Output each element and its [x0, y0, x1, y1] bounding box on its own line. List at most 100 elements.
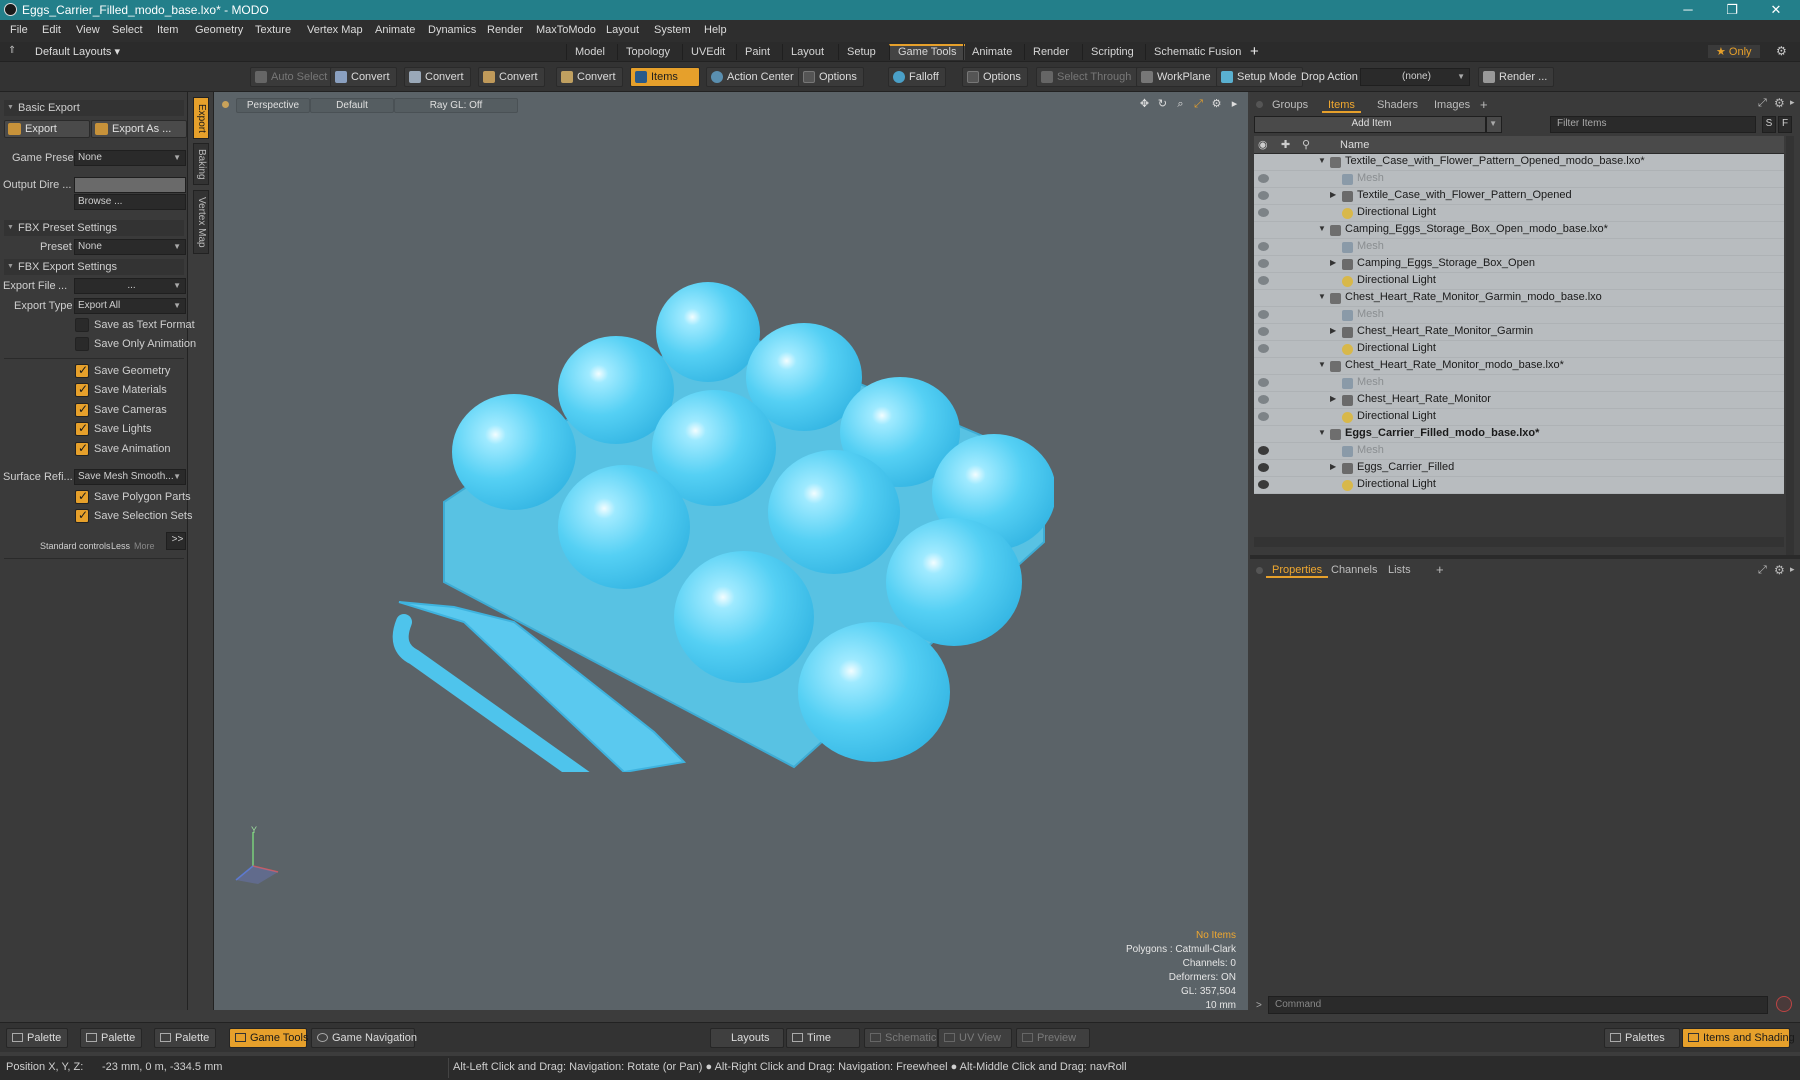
visibility-eye-icon[interactable]: [1258, 174, 1269, 183]
tree-item-row[interactable]: Mesh: [1254, 375, 1784, 392]
3d-viewport[interactable]: Perspective Default Ray GL: Off ✥ ↻ ⌕ ⤢ …: [213, 92, 1248, 1011]
tab-layout[interactable]: Layout: [782, 44, 832, 60]
tree-item-row[interactable]: Directional Light: [1254, 205, 1784, 222]
export-file-dots[interactable]: ...: [58, 280, 67, 292]
setup-mode-button[interactable]: Setup Mode: [1216, 67, 1304, 87]
export-type-dropdown[interactable]: Export All: [74, 298, 186, 314]
save-materials-checkbox[interactable]: [75, 382, 89, 397]
perspective-dropdown[interactable]: Perspective: [236, 98, 310, 113]
menu-system[interactable]: System: [654, 24, 691, 36]
collapse-arrow-icon[interactable]: ▼: [1318, 292, 1326, 301]
palettes-button[interactable]: Palettes: [1604, 1028, 1680, 1048]
convert-vertices-button[interactable]: Convert: [330, 67, 397, 87]
tree-scene-row[interactable]: ▼ Camping_Eggs_Storage_Box_Open_modo_base…: [1254, 222, 1784, 239]
game-preset-dropdown[interactable]: None: [74, 150, 186, 166]
tab-properties[interactable]: Properties: [1266, 562, 1329, 578]
game-navigation-button[interactable]: Game Navigation: [311, 1028, 417, 1048]
name-column-header[interactable]: Name: [1340, 139, 1369, 151]
tree-scene-row[interactable]: ▼ Chest_Heart_Rate_Monitor_modo_base.lxo*: [1254, 358, 1784, 375]
props-gear-icon[interactable]: ⚙: [1774, 563, 1785, 577]
tab-scripting[interactable]: Scripting: [1082, 44, 1142, 60]
drop-action-dropdown[interactable]: (none): [1360, 68, 1470, 86]
items-mode-button[interactable]: Items: [630, 67, 700, 87]
visibility-eye-icon[interactable]: [1258, 242, 1269, 251]
tree-item-row[interactable]: Directional Light: [1254, 341, 1784, 358]
tab-groups[interactable]: Groups: [1266, 97, 1314, 113]
shading-default-dropdown[interactable]: Default: [310, 98, 394, 113]
tab-shaders[interactable]: Shaders: [1371, 97, 1424, 113]
tree-item-row[interactable]: Mesh: [1254, 443, 1784, 460]
falloff-options-button[interactable]: Options: [962, 67, 1028, 87]
menu-edit[interactable]: Edit: [42, 24, 61, 36]
viewport-gear-icon[interactable]: ⚙: [1210, 98, 1223, 111]
workplane-button[interactable]: WorkPlane: [1136, 67, 1218, 87]
action-center-button[interactable]: Action Center: [706, 67, 801, 87]
game-tools-button[interactable]: Game Tools: [229, 1028, 309, 1048]
uv-view-button[interactable]: UV View: [938, 1028, 1012, 1048]
items-and-shading-button[interactable]: Items and Shading: [1682, 1028, 1795, 1048]
expand-arrow-icon[interactable]: ▶: [1330, 394, 1336, 403]
palette-button-1[interactable]: Palette: [6, 1028, 68, 1048]
menu-file[interactable]: File: [10, 24, 28, 36]
tree-horizontal-scrollbar[interactable]: [1254, 537, 1784, 547]
options-button[interactable]: Options: [798, 67, 864, 87]
tab-lists[interactable]: Lists: [1382, 562, 1417, 578]
tab-schematic-fusion[interactable]: Schematic Fusion: [1145, 44, 1249, 60]
visibility-eye-icon[interactable]: [1258, 259, 1269, 268]
auto-select-button[interactable]: Auto Select: [250, 67, 335, 87]
save-polygon-parts-checkbox[interactable]: [75, 489, 89, 504]
menu-select[interactable]: Select: [112, 24, 143, 36]
visibility-column-icon[interactable]: ◉: [1258, 138, 1268, 151]
tree-scene-row[interactable]: ▼ Chest_Heart_Rate_Monitor_Garmin_modo_ba…: [1254, 290, 1784, 307]
expand-button[interactable]: >>: [166, 532, 186, 550]
props-options-dot[interactable]: [1256, 567, 1263, 574]
tree-item-row[interactable]: Directional Light: [1254, 273, 1784, 290]
tree-item-row[interactable]: ▶ Chest_Heart_Rate_Monitor: [1254, 392, 1784, 409]
save-cameras-checkbox[interactable]: [75, 402, 89, 417]
export-as-button[interactable]: Export As ...: [91, 120, 187, 138]
fit-icon[interactable]: ⤢: [1192, 98, 1205, 111]
tab-animate[interactable]: Animate: [963, 44, 1020, 60]
save-selection-sets-checkbox[interactable]: [75, 508, 89, 523]
add-item-dropdown[interactable]: [1486, 116, 1502, 133]
falloff-button[interactable]: Falloff: [888, 67, 946, 87]
tree-item-row[interactable]: ▶ Textile_Case_with_Flower_Pattern_Opened: [1254, 188, 1784, 205]
panel-options-dot[interactable]: [1256, 101, 1263, 108]
output-dir-field[interactable]: [74, 177, 186, 193]
restore-button[interactable]: ❐: [1710, 0, 1754, 20]
save-lights-checkbox[interactable]: [75, 421, 89, 436]
tab-setup[interactable]: Setup: [838, 44, 884, 60]
layout-menu-icon[interactable]: ⇑: [8, 45, 16, 56]
props-expand-icon[interactable]: ⤢: [1758, 564, 1767, 577]
tree-item-row[interactable]: Mesh: [1254, 239, 1784, 256]
tree-scene-row[interactable]: ▼ Eggs_Carrier_Filled_modo_base.lxo*: [1254, 426, 1784, 443]
palette-button-3[interactable]: Palette: [154, 1028, 216, 1048]
tree-item-row[interactable]: ▶ Chest_Heart_Rate_Monitor_Garmin: [1254, 324, 1784, 341]
expand-arrow-icon[interactable]: ▶: [1330, 190, 1336, 199]
preset-dropdown[interactable]: None: [74, 239, 186, 255]
basic-export-header[interactable]: Basic Export: [4, 100, 184, 116]
expand-arrow-icon[interactable]: ▶: [1330, 326, 1336, 335]
visibility-eye-icon[interactable]: [1258, 208, 1269, 217]
command-input[interactable]: Command: [1268, 996, 1768, 1014]
viewport-options-dot[interactable]: [222, 101, 229, 108]
visibility-eye-icon[interactable]: [1258, 276, 1269, 285]
fbx-export-settings-header[interactable]: FBX Export Settings: [4, 259, 184, 275]
tree-item-row[interactable]: Directional Light: [1254, 409, 1784, 426]
tab-model[interactable]: Model: [566, 44, 613, 60]
tree-item-row[interactable]: ▶ Eggs_Carrier_Filled: [1254, 460, 1784, 477]
pan-icon[interactable]: ✥: [1138, 98, 1151, 111]
save-text-checkbox[interactable]: [75, 318, 89, 332]
menu-geometry[interactable]: Geometry: [195, 24, 243, 36]
tree-scrollbar[interactable]: [1786, 136, 1794, 556]
zoom-icon[interactable]: ⌕: [1174, 98, 1187, 111]
filter-s-button[interactable]: S: [1762, 116, 1776, 133]
layouts-button[interactable]: Layouts: [710, 1028, 784, 1048]
save-only-animation-checkbox[interactable]: [75, 337, 89, 351]
side-tab-baking[interactable]: Baking: [193, 143, 209, 185]
collapse-arrow-icon[interactable]: ▼: [1318, 428, 1326, 437]
surface-refinement-dropdown[interactable]: Save Mesh Smooth...: [74, 469, 186, 485]
only-toggle[interactable]: ★ Only: [1708, 45, 1760, 58]
visibility-eye-icon[interactable]: [1258, 412, 1269, 421]
convert-edges-button[interactable]: Convert: [404, 67, 471, 87]
